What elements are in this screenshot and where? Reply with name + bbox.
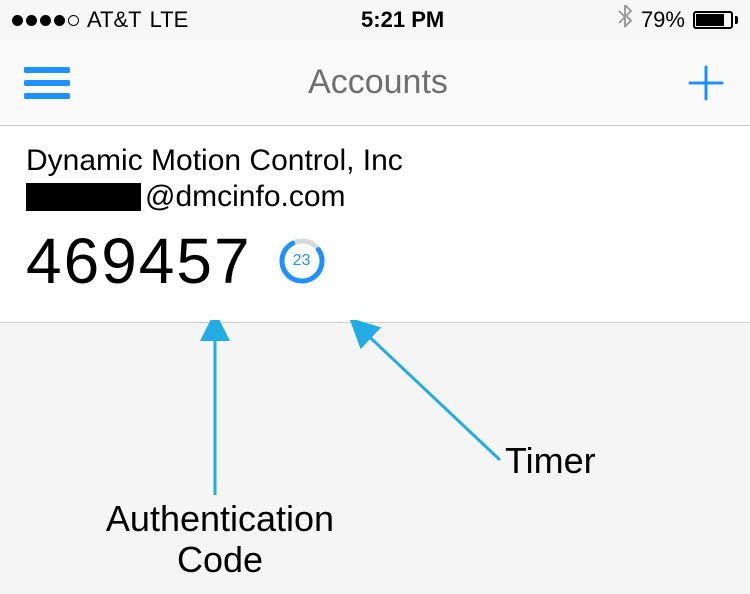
menu-icon[interactable]	[24, 65, 70, 101]
status-right: 79%	[617, 5, 738, 35]
timer-seconds: 23	[293, 252, 311, 270]
page-title: Accounts	[308, 63, 448, 102]
status-time: 5:21 PM	[361, 7, 444, 33]
carrier-label: AT&T	[87, 7, 142, 33]
annotation-timer: Timer	[505, 440, 596, 481]
battery-percent: 79%	[641, 7, 685, 33]
redacted-text	[26, 183, 141, 211]
status-left: AT&T LTE	[12, 7, 188, 33]
arrow-timer	[345, 320, 525, 470]
network-type: LTE	[150, 7, 189, 33]
account-row[interactable]: Dynamic Motion Control, Inc @dmcinfo.com…	[0, 126, 750, 323]
annotation-auth-code: Authentication Code	[70, 498, 370, 581]
account-name: Dynamic Motion Control, Inc	[26, 144, 724, 178]
signal-icon	[12, 15, 79, 26]
arrow-auth-code	[195, 320, 235, 500]
auth-code: 469457	[26, 224, 252, 298]
account-email: @dmcinfo.com	[26, 180, 724, 214]
nav-bar: Accounts	[0, 40, 750, 126]
bluetooth-icon	[617, 5, 633, 35]
email-domain: @dmcinfo.com	[145, 180, 346, 214]
battery-icon	[693, 11, 738, 29]
status-bar: AT&T LTE 5:21 PM 79%	[0, 0, 750, 40]
timer-icon: 23	[278, 237, 326, 285]
add-icon[interactable]	[686, 63, 726, 103]
